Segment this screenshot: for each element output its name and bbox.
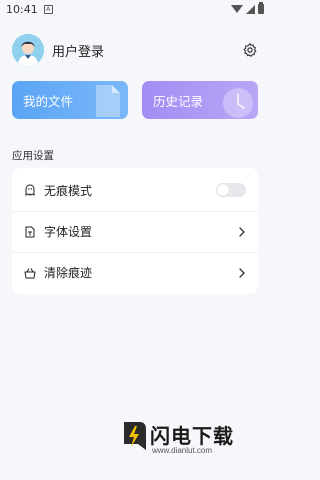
incognito-toggle[interactable] [216, 183, 246, 197]
toggle-knob [217, 184, 229, 196]
clear-traces-row[interactable]: 清除痕迹 [12, 252, 258, 292]
status-time: 10:41 [6, 2, 38, 16]
watermark-url: www.dianlut.com [152, 446, 213, 455]
ghost-icon [25, 184, 35, 196]
my-files-card[interactable]: 我的文件 [12, 81, 128, 119]
my-files-label: 我的文件 [23, 93, 74, 109]
battery-icon [258, 2, 264, 14]
notification-a-icon: A [43, 4, 53, 14]
watermark: 闪电下载 www.dianlut.com [120, 418, 266, 458]
history-card[interactable]: 历史记录 [142, 81, 258, 119]
lightning-logo-icon [124, 422, 146, 450]
section-title: 应用设置 [12, 150, 54, 162]
chevron-right-icon [239, 267, 245, 278]
avatar[interactable] [12, 34, 44, 66]
status-bar: 10:41 A [0, 0, 270, 18]
incognito-mode-row[interactable]: 无痕模式 [12, 170, 258, 210]
chevron-right-icon [239, 226, 245, 237]
font-settings-label: 字体设置 [44, 225, 93, 239]
history-label: 历史记录 [153, 93, 204, 109]
clear-traces-label: 清除痕迹 [44, 266, 93, 280]
watermark-title: 闪电下载 [150, 424, 234, 448]
document-icon [96, 85, 120, 117]
profile-row: 用户登录 [12, 34, 258, 66]
wifi-icon [231, 5, 243, 13]
font-settings-row[interactable]: 字体设置 [12, 211, 258, 251]
incognito-mode-label: 无痕模式 [44, 183, 93, 198]
clock-icon [223, 88, 253, 118]
basket-icon [24, 267, 36, 278]
signal-icon [246, 4, 255, 14]
font-file-icon [25, 226, 35, 237]
login-label[interactable]: 用户登录 [52, 41, 104, 60]
settings-card: 无痕模式 字体设置 清除痕迹 [12, 168, 258, 294]
gear-icon[interactable] [242, 42, 258, 58]
status-icons [231, 2, 264, 14]
